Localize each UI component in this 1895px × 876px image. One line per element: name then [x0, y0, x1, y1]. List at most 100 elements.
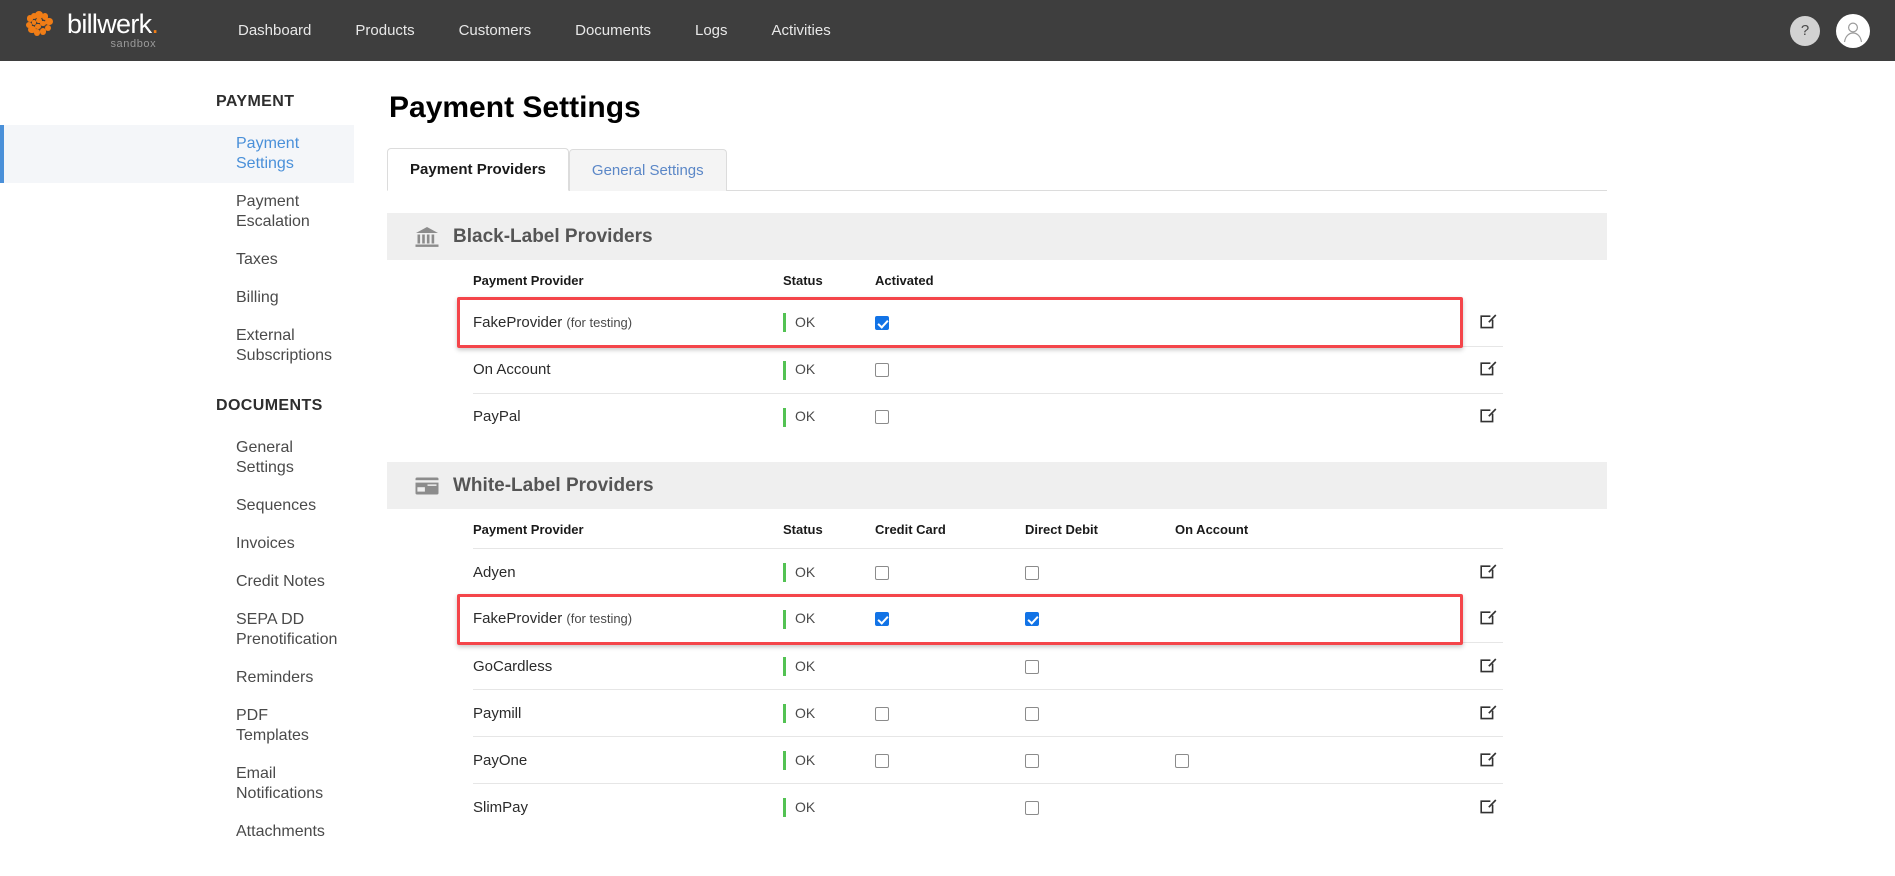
status-text: OK [795, 361, 816, 377]
edit-button[interactable] [1303, 345, 1503, 393]
credit-card-checkbox[interactable] [875, 753, 889, 768]
table-row[interactable]: Paymill OK [473, 689, 1503, 737]
provider-name-cell: GoCardless [473, 642, 783, 690]
table-row[interactable]: FakeProvider (for testing) OK [473, 299, 1503, 346]
brand-name: billwerk [67, 9, 152, 39]
edit-icon[interactable] [1480, 562, 1497, 579]
sidebar: PAYMENT Payment Settings Payment Escalatio… [0, 61, 382, 876]
edit-button[interactable] [1325, 689, 1503, 737]
edit-icon[interactable] [1480, 312, 1497, 329]
edit-icon[interactable] [1480, 608, 1497, 625]
sidebar-section-documents: DOCUMENTS [216, 397, 323, 414]
credit-card-cell [875, 783, 1025, 831]
provider-name: SlimPay [473, 798, 529, 816]
sidebar-item-external-subscriptions[interactable]: External Subscriptions [0, 317, 354, 375]
status-indicator [783, 407, 786, 427]
on-account-checkbox[interactable] [1175, 753, 1189, 768]
avatar[interactable] [1836, 13, 1870, 48]
status-cell: OK [783, 299, 875, 346]
table-row[interactable]: Adyen OK [473, 548, 1503, 596]
on-account-cell [1175, 689, 1325, 737]
credit-card-cell [875, 642, 1025, 690]
edit-icon[interactable] [1480, 656, 1497, 673]
edit-button[interactable] [1325, 783, 1503, 831]
credit-card-cell [875, 596, 1025, 643]
table-row[interactable]: GoCardless OK [473, 642, 1503, 690]
edit-button[interactable] [1325, 642, 1503, 690]
sidebar-item-sequences[interactable]: Sequences [0, 487, 354, 525]
edit-icon[interactable] [1480, 406, 1497, 423]
sidebar-item-payment-settings[interactable]: Payment Settings [0, 125, 354, 183]
column-header-actions [1103, 260, 1303, 299]
bank-icon [415, 226, 439, 247]
sidebar-item-invoices[interactable]: Invoices [0, 525, 354, 563]
brand-logo[interactable]: billwerk. sandbox [26, 9, 176, 50]
credit-card-checkbox[interactable] [875, 706, 889, 721]
tab-payment-providers[interactable]: Payment Providers [387, 148, 569, 191]
main-navigation: Dashboard Products Customers Documents Logs A… [216, 0, 853, 61]
credit-card-checkbox[interactable] [875, 565, 889, 580]
sidebar-item-general-settings[interactable]: General Settings [0, 429, 354, 487]
sidebar-item-reminders[interactable]: Reminders [0, 659, 354, 697]
direct-debit-cell [1025, 689, 1175, 737]
status-indicator [783, 798, 786, 817]
sidebar-item-billing[interactable]: Billing [0, 279, 354, 317]
sidebar-item-sepa-dd-prenotification[interactable]: SEPA DD Prenotification [0, 601, 354, 659]
help-icon[interactable]: ? [1790, 15, 1820, 46]
direct-debit-checkbox[interactable] [1025, 659, 1039, 674]
provider-name: PayPal [473, 408, 521, 426]
table-row[interactable]: SlimPay OK [473, 783, 1503, 831]
nav-item-activities[interactable]: Activities [750, 0, 853, 61]
direct-debit-cell [1025, 548, 1175, 596]
credit-card-checkbox[interactable] [875, 612, 889, 627]
user-icon [1843, 21, 1863, 42]
edit-icon[interactable] [1480, 750, 1497, 767]
table-row[interactable]: On Account OK [473, 345, 1503, 393]
sidebar-section-payment: PAYMENT [216, 93, 295, 110]
credit-card-cell [875, 689, 1025, 737]
edit-button[interactable] [1325, 596, 1503, 643]
tab-general-settings[interactable]: General Settings [568, 149, 727, 191]
table-row[interactable]: PayPal OK [473, 392, 1503, 440]
column-header: Activated [875, 273, 934, 288]
status-text: OK [795, 657, 816, 674]
direct-debit-checkbox[interactable] [1025, 706, 1039, 721]
sidebar-item-email-notifications[interactable]: Email Notifications [0, 755, 354, 813]
edit-icon[interactable] [1480, 359, 1497, 376]
sidebar-item-credit-notes[interactable]: Credit Notes [0, 563, 354, 601]
status-text: OK [795, 798, 816, 815]
table-row[interactable]: PayOne OK [473, 736, 1503, 784]
edit-button[interactable] [1303, 299, 1503, 346]
edit-icon[interactable] [1480, 797, 1497, 814]
nav-item-dashboard[interactable]: Dashboard [216, 0, 333, 61]
sidebar-item-payment-escalation[interactable]: Payment Escalation [0, 183, 354, 241]
provider-note: (for testing) [566, 611, 633, 627]
status-text: OK [795, 610, 816, 627]
activated-checkbox[interactable] [875, 363, 889, 378]
edit-button[interactable] [1325, 736, 1503, 784]
activated-checkbox[interactable] [875, 315, 889, 330]
nav-item-products[interactable]: Products [333, 0, 436, 61]
direct-debit-checkbox[interactable] [1025, 753, 1039, 768]
nav-item-documents[interactable]: Documents [553, 0, 673, 61]
direct-debit-cell [1025, 736, 1175, 784]
nav-item-customers[interactable]: Customers [437, 0, 554, 61]
direct-debit-checkbox[interactable] [1025, 565, 1039, 580]
status-cell: OK [783, 345, 875, 393]
provider-name: GoCardless [473, 657, 553, 675]
table-row[interactable]: FakeProvider (for testing) OK [473, 596, 1503, 643]
edit-button[interactable] [1303, 392, 1503, 440]
direct-debit-checkbox[interactable] [1025, 800, 1039, 815]
on-account-cell [1175, 548, 1325, 596]
sidebar-item-pdf-templates[interactable]: PDF Templates [0, 697, 354, 755]
sidebar-item-attachments[interactable]: Attachments [0, 813, 354, 851]
credit-card-cell [875, 736, 1025, 784]
table-header-row: Payment Provider Status Credit Card Direct … [473, 509, 1503, 549]
activated-cell [875, 345, 1103, 393]
nav-item-logs[interactable]: Logs [673, 0, 750, 61]
activated-checkbox[interactable] [875, 410, 889, 425]
sidebar-item-taxes[interactable]: Taxes [0, 241, 354, 279]
direct-debit-checkbox[interactable] [1025, 612, 1039, 627]
edit-icon[interactable] [1480, 703, 1497, 720]
edit-button[interactable] [1325, 548, 1503, 596]
